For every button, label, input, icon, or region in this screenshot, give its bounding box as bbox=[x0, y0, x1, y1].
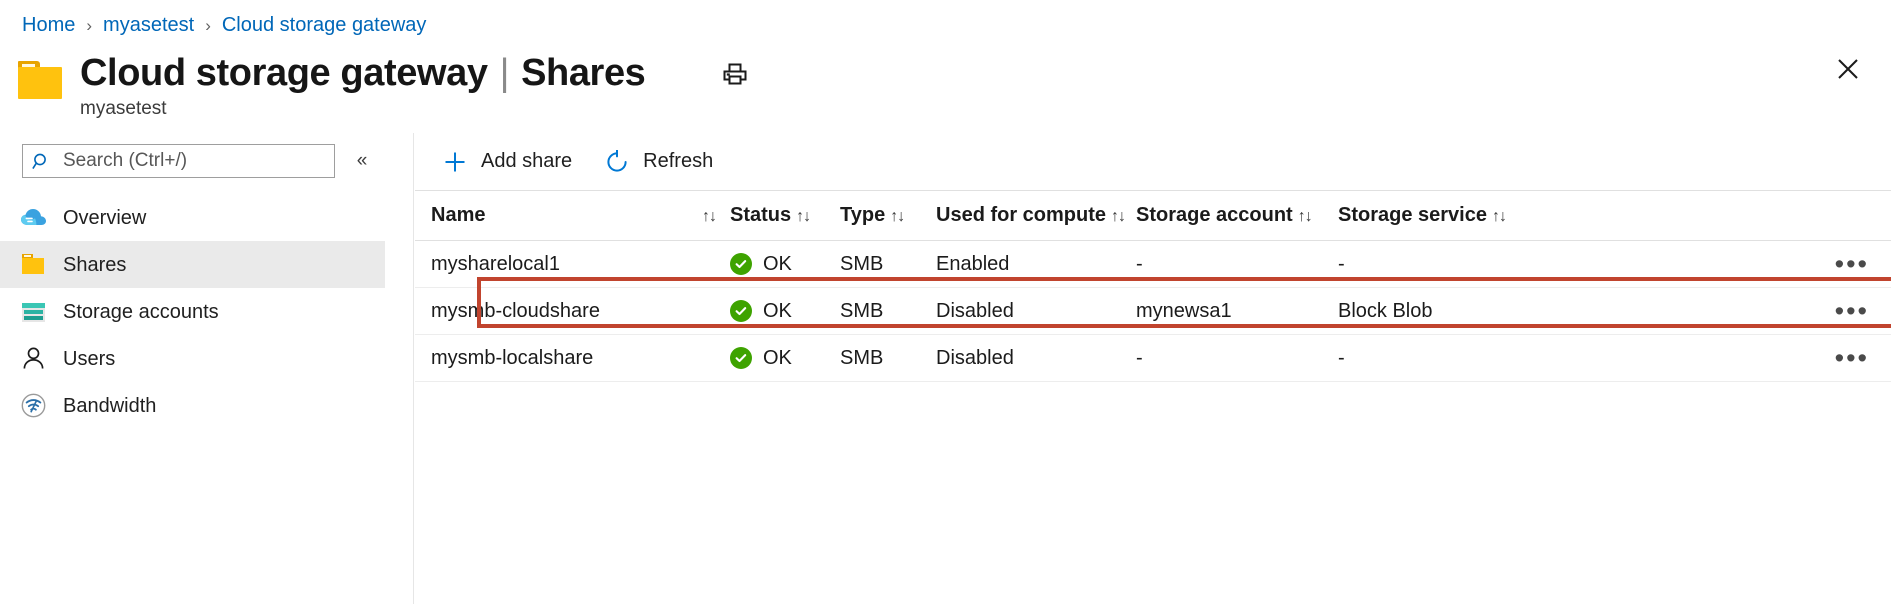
row-actions-icon[interactable]: ••• bbox=[1835, 306, 1869, 316]
cell-storage-service: - bbox=[1338, 347, 1538, 370]
breadcrumb-separator-icon: › bbox=[86, 17, 92, 34]
sidebar-item-label: Bandwidth bbox=[63, 396, 156, 416]
sort-icon[interactable]: ↑↓ bbox=[1111, 208, 1125, 226]
sidebar-item-overview[interactable]: Overview bbox=[0, 194, 385, 241]
breadcrumb-item-cloud-storage-gateway[interactable]: Cloud storage gateway bbox=[222, 14, 427, 37]
row-actions-icon[interactable]: ••• bbox=[1835, 353, 1869, 363]
cell-used-for-compute: Disabled bbox=[936, 347, 1136, 370]
sidebar-item-shares[interactable]: Shares bbox=[0, 241, 385, 288]
page-title-section: Shares bbox=[521, 50, 645, 96]
sort-icon[interactable]: ↑↓ bbox=[796, 208, 810, 226]
cell-used-for-compute: Enabled bbox=[936, 253, 1136, 276]
column-header-used-for-compute[interactable]: Used for compute ↑↓ bbox=[936, 204, 1136, 227]
refresh-icon bbox=[604, 149, 630, 175]
sidebar-item-label: Shares bbox=[63, 255, 126, 275]
cell-used-for-compute: Disabled bbox=[936, 300, 1136, 323]
close-icon[interactable] bbox=[1831, 52, 1865, 86]
folder-icon bbox=[20, 251, 47, 278]
print-icon[interactable] bbox=[718, 58, 752, 90]
refresh-label: Refresh bbox=[643, 150, 713, 173]
sidebar-item-storage-accounts[interactable]: Storage accounts bbox=[0, 288, 385, 335]
column-header-type[interactable]: Type ↑↓ bbox=[840, 204, 936, 227]
row-actions-icon[interactable]: ••• bbox=[1835, 259, 1869, 269]
folder-icon bbox=[18, 61, 62, 99]
cloud-icon bbox=[20, 204, 47, 231]
sort-icon[interactable]: ↑↓ bbox=[890, 208, 904, 226]
search-icon bbox=[32, 152, 51, 171]
cell-type: SMB bbox=[840, 347, 936, 370]
status-text: OK bbox=[763, 253, 792, 276]
cell-status: OK bbox=[730, 347, 840, 370]
cell-storage-account: mynewsa1 bbox=[1136, 300, 1338, 323]
sort-icon[interactable]: ↑↓ bbox=[1298, 208, 1312, 226]
sidebar-item-bandwidth[interactable]: Bandwidth bbox=[0, 382, 385, 429]
check-circle-icon bbox=[730, 253, 752, 275]
sidebar-item-users[interactable]: Users bbox=[0, 335, 385, 382]
check-circle-icon bbox=[730, 347, 752, 369]
column-header-status[interactable]: Status ↑↓ bbox=[730, 204, 840, 227]
collapse-sidebar-icon[interactable]: « bbox=[348, 147, 376, 175]
table-row[interactable]: mysmb-localshare OK SMB Disabled - - ••• bbox=[415, 335, 1891, 382]
plus-icon bbox=[442, 149, 468, 175]
table-header-row: Name ↑↓ Status ↑↓ Type ↑↓ Used for compu… bbox=[415, 191, 1891, 241]
add-share-button[interactable]: Add share bbox=[430, 142, 584, 182]
bandwidth-icon bbox=[20, 392, 47, 419]
page-subtitle: myasetest bbox=[80, 97, 645, 121]
page-title-main: Cloud storage gateway bbox=[80, 50, 488, 96]
search-box[interactable] bbox=[22, 144, 335, 178]
page-title-separator: | bbox=[500, 50, 509, 96]
table-row[interactable]: mysmb-cloudshare OK SMB Disabled mynewsa… bbox=[415, 288, 1891, 335]
cell-status: OK bbox=[730, 300, 840, 323]
check-circle-icon bbox=[730, 300, 752, 322]
cell-name: mysmb-cloudshare bbox=[431, 300, 730, 323]
cell-type: SMB bbox=[840, 253, 936, 276]
breadcrumb-separator-icon: › bbox=[205, 17, 211, 34]
sidebar-item-label: Users bbox=[63, 349, 115, 369]
refresh-button[interactable]: Refresh bbox=[592, 142, 725, 182]
cell-storage-service: - bbox=[1338, 253, 1538, 276]
search-input[interactable] bbox=[61, 149, 325, 173]
status-text: OK bbox=[763, 300, 792, 323]
column-header-storage-service[interactable]: Storage service ↑↓ bbox=[1338, 204, 1538, 227]
page-header: Cloud storage gateway | Shares myasetest bbox=[18, 50, 645, 121]
sidebar-item-label: Storage accounts bbox=[63, 302, 219, 322]
sort-icon[interactable]: ↑↓ bbox=[1492, 208, 1506, 226]
sidebar-item-label: Overview bbox=[63, 208, 146, 228]
breadcrumb-item-myasetest[interactable]: myasetest bbox=[103, 14, 194, 37]
cell-storage-account: - bbox=[1136, 347, 1338, 370]
command-bar: Add share Refresh bbox=[415, 133, 733, 190]
cell-storage-account: - bbox=[1136, 253, 1338, 276]
table-row[interactable]: mysharelocal1 OK SMB Enabled - - ••• bbox=[415, 241, 1891, 288]
storage-accounts-icon bbox=[20, 298, 47, 325]
cell-type: SMB bbox=[840, 300, 936, 323]
add-share-label: Add share bbox=[481, 150, 572, 173]
column-header-storage-account[interactable]: Storage account ↑↓ bbox=[1136, 204, 1338, 227]
user-icon bbox=[20, 345, 47, 372]
sidebar-nav: Overview Shares Storage accounts Users bbox=[0, 194, 385, 429]
sidebar: « Overview Shares Storage ac bbox=[0, 133, 414, 604]
breadcrumb: Home › myasetest › Cloud storage gateway bbox=[22, 10, 426, 40]
cell-name: mysmb-localshare bbox=[431, 347, 730, 370]
main-content: Add share Refresh Name ↑↓ Status ↑↓ bbox=[415, 133, 1891, 604]
cell-name: mysharelocal1 bbox=[431, 253, 730, 276]
page-title: Cloud storage gateway | Shares bbox=[80, 50, 645, 96]
cell-status: OK bbox=[730, 253, 840, 276]
shares-table: Name ↑↓ Status ↑↓ Type ↑↓ Used for compu… bbox=[415, 191, 1891, 382]
status-text: OK bbox=[763, 347, 792, 370]
column-header-name[interactable]: Name ↑↓ bbox=[431, 204, 730, 227]
sort-icon[interactable]: ↑↓ bbox=[702, 208, 716, 226]
cell-storage-service: Block Blob bbox=[1338, 300, 1538, 323]
breadcrumb-item-home[interactable]: Home bbox=[22, 14, 75, 37]
